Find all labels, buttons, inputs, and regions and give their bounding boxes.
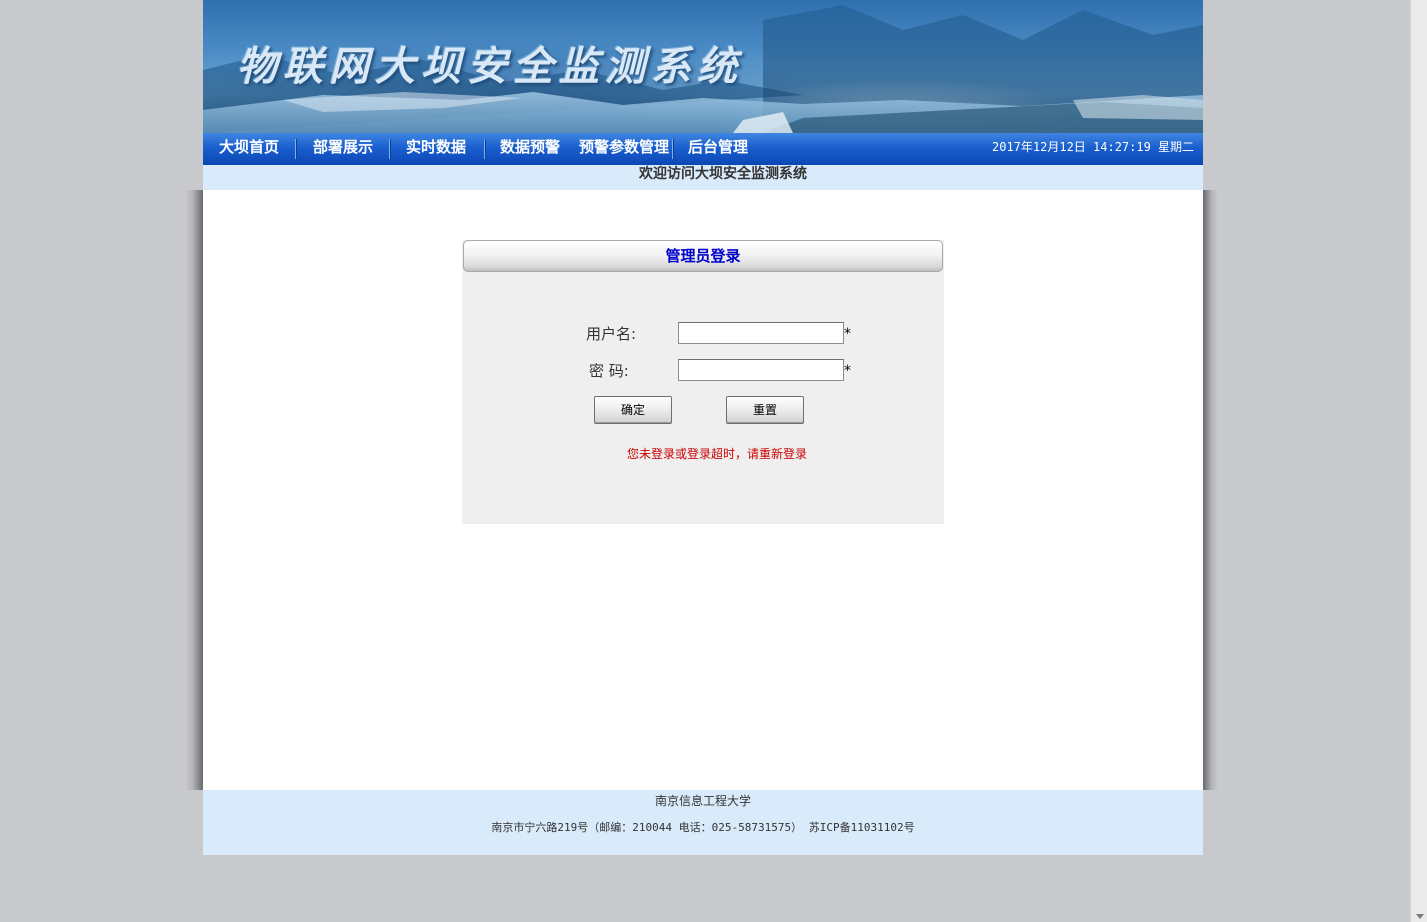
nav-item-warning-params[interactable]: 预警参数管理 [579,133,669,165]
footer: 南京信息工程大学 南京市宁六路219号（邮编：210044 电话：025-587… [203,790,1203,855]
reset-button[interactable]: 重置 [726,396,804,424]
system-title: 物联网大坝安全监测系统 [237,43,743,90]
login-header: 管理员登录 [463,240,943,272]
footer-organization: 南京信息工程大学 [654,794,751,808]
login-title: 管理员登录 [665,247,741,265]
footer-contact-info: 南京市宁六路219号（邮编：210044 电话：025-58731575） 苏I… [491,821,915,834]
main-navbar: 大坝首页 部署展示 实时数据 数据预警 预警参数管理 后台管理 2017年12月… [203,133,1203,165]
nav-divider [389,139,391,159]
welcome-text: 欢迎访问大坝安全监测系统 [639,166,807,182]
nav-divider [672,139,674,159]
nav-item-home[interactable]: 大坝首页 [219,133,279,165]
content-shadow-left [185,190,203,790]
current-datetime: 2017年12月12日 14:27:19 星期二 [992,140,1195,154]
username-label: 用户名: [586,325,637,343]
nav-item-admin[interactable]: 后台管理 [688,133,748,165]
nav-item-realtime-data[interactable]: 实时数据 [406,133,466,165]
nav-item-data-warning[interactable]: 数据预警 [500,133,560,165]
username-input[interactable] [678,322,844,344]
content-shadow-right [1203,190,1218,790]
page-container: 物联网大坝安全监测系统 大坝首页 部署展示 实时数据 数据预警 预警参数管理 后… [203,0,1203,855]
login-error-message: 您未登录或登录超时，请重新登录 [627,447,808,461]
password-required-mark: * [844,363,851,379]
nav-divider [484,139,486,159]
vertical-scrollbar[interactable] [1410,0,1427,922]
password-label: 密 码: [589,362,629,380]
nav-divider [295,139,297,159]
welcome-bar: 欢迎访问大坝安全监测系统 [203,165,1203,190]
username-required-mark: * [844,326,851,342]
header-banner: 物联网大坝安全监测系统 [203,0,1203,133]
login-panel: 管理员登录 用户名: * 密 码: * 确定 重置 您未登录或登录超时，请重新登… [462,240,944,524]
password-input[interactable] [678,359,844,381]
confirm-button[interactable]: 确定 [594,396,672,424]
scroll-down-arrow-icon[interactable] [1416,914,1424,919]
nav-item-deployment[interactable]: 部署展示 [313,133,373,165]
